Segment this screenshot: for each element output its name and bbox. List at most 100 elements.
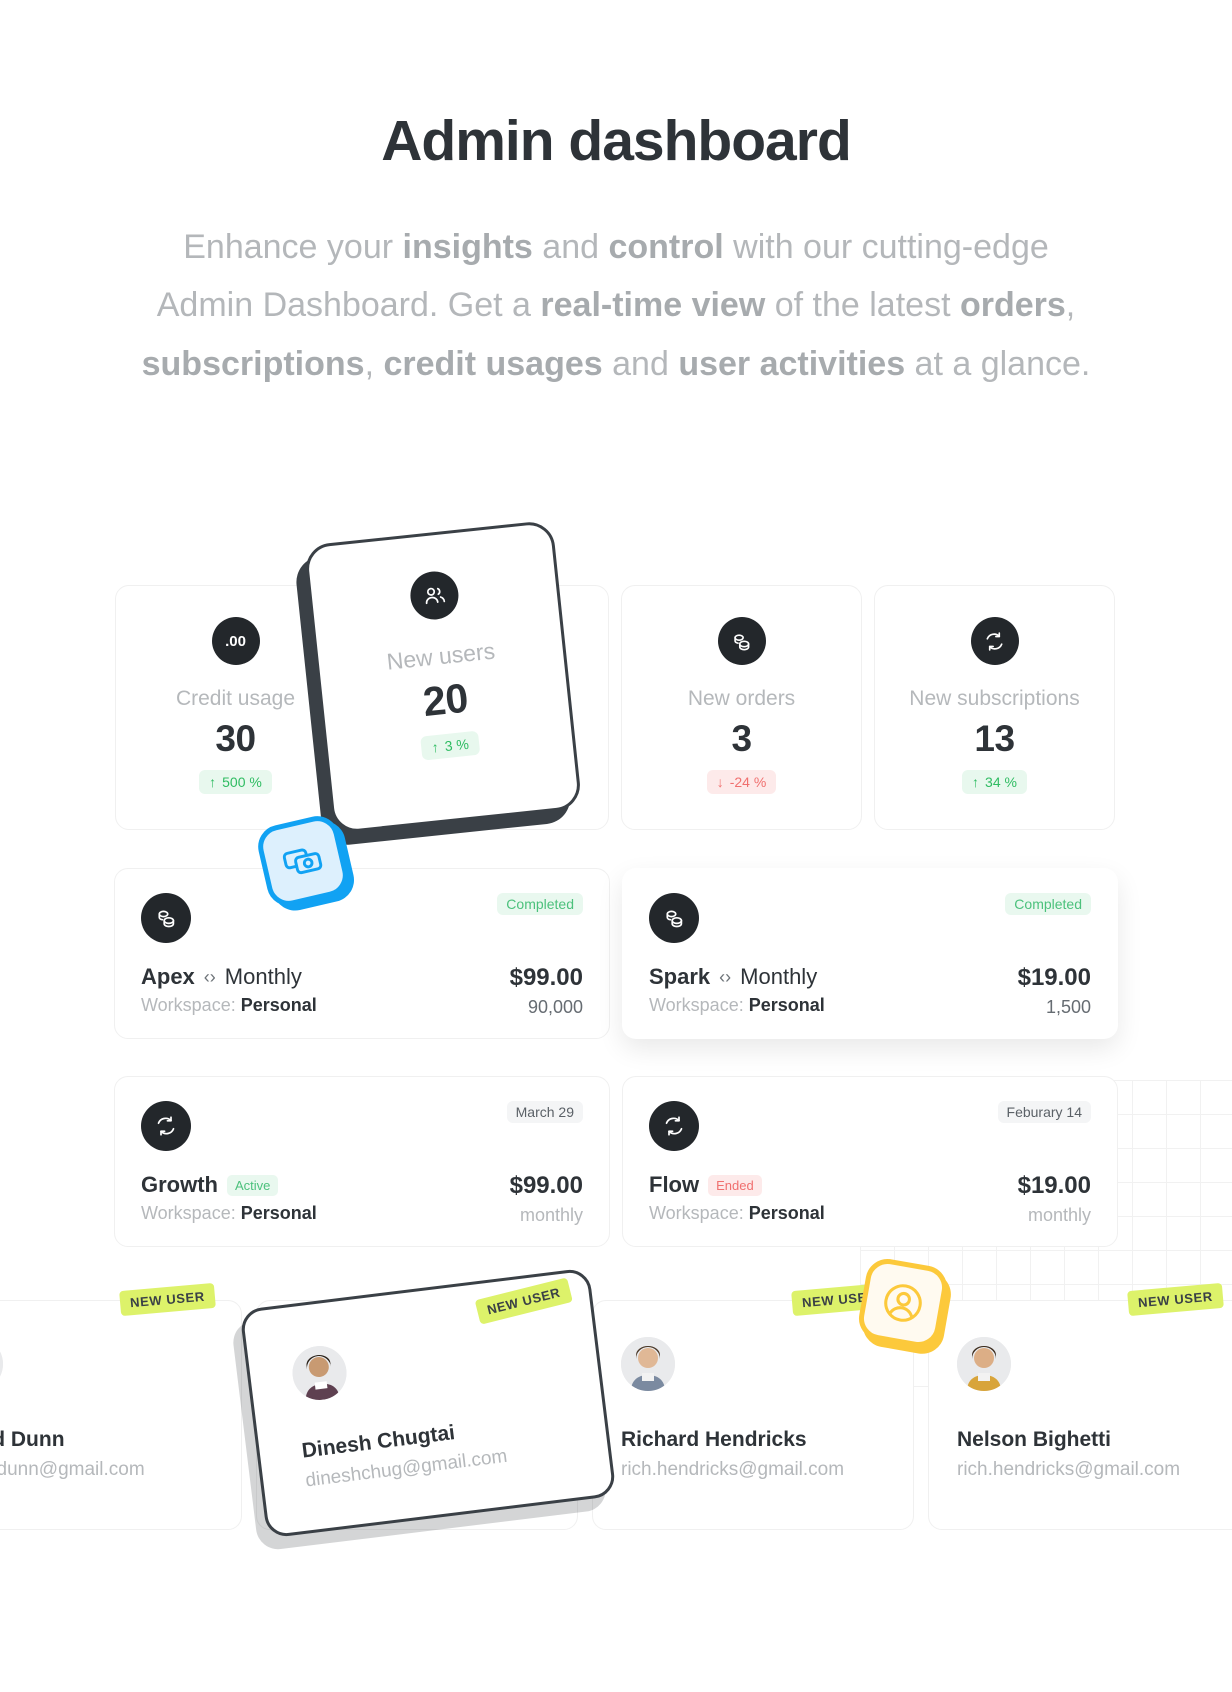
emphasis: credit usages (383, 344, 603, 383)
arrow-down-icon: ↓ (716, 774, 724, 790)
user-name: Nelson Bighetti (957, 1428, 1112, 1451)
emphasis: orders (959, 286, 1066, 325)
subscription-title: Growth Active (141, 1172, 317, 1198)
sync-icon (649, 1101, 699, 1151)
billing-cycle: monthly (1027, 1205, 1091, 1225)
workspace-line: Workspace: Personal (649, 1203, 825, 1224)
renewal-date: Feburary 14 (997, 1101, 1091, 1123)
new-user-badge: NEW USER (474, 1277, 573, 1325)
emphasis: user activities (678, 344, 906, 383)
new-user-badge: NEW USER (119, 1282, 216, 1317)
decimal-zero-icon: .00 (211, 617, 260, 665)
arrow-up-icon: ↑ (972, 774, 980, 790)
users-icon (408, 569, 461, 622)
sync-icon (141, 1101, 191, 1151)
workspace-label: Workspace: (141, 1203, 236, 1223)
user-email: rich.hendricks@gmail.com (621, 1459, 845, 1480)
stat-delta-value: 500 % (222, 774, 262, 790)
stat-label: New orders (687, 687, 796, 710)
coins-icon (649, 893, 699, 943)
state-badge: Active (227, 1174, 279, 1196)
workspace-line: Workspace: Personal (141, 1203, 317, 1224)
order-price: $19.00 (1017, 964, 1091, 991)
workspace-line: Workspace: Personal (141, 995, 317, 1016)
user-email: rich.hendricks@gmail.com (957, 1459, 1181, 1480)
stat-value: 20 (420, 674, 470, 726)
stat-label: New subscriptions (909, 687, 1080, 710)
avatar (289, 1342, 350, 1404)
plan-name: Flow (649, 1172, 700, 1197)
status-badge: Completed (497, 893, 583, 915)
subscription-card[interactable]: March 29 Growth Active Workspace: Personal $… (114, 1076, 610, 1247)
separator-icon: ‹› (719, 966, 732, 987)
order-card[interactable]: Completed Apex ‹› Monthly Workspace: Persona… (114, 868, 610, 1039)
user-name: Jared Dunn (0, 1428, 65, 1451)
renewal-date: March 29 (506, 1101, 583, 1123)
stat-value: 13 (974, 718, 1015, 759)
order-credits: 1,500 (1045, 997, 1091, 1017)
workspace-value: Personal (240, 995, 317, 1015)
stat-card-new-orders[interactable]: New orders 3 ↓ -24 % (621, 585, 862, 830)
subscription-card[interactable]: Feburary 14 Flow Ended Workspace: Personal $… (622, 1076, 1118, 1247)
subscription-price: $19.00 (1017, 1172, 1091, 1199)
stat-value: 3 (731, 718, 752, 759)
user-card[interactable]: NEW USER Jared Dunn jared.dunn@gmail.com (0, 1282, 242, 1530)
plan-name: Growth (141, 1172, 218, 1197)
subscription-title: Flow Ended (649, 1172, 825, 1198)
user-email: jared.dunn@gmail.com (0, 1459, 145, 1480)
subscription-price: $99.00 (509, 1172, 583, 1199)
coins-icon (141, 893, 191, 943)
hero-subtitle: Enhance your insights and control with o… (141, 227, 1091, 383)
state-badge: Ended (708, 1174, 762, 1196)
order-credits: 90,000 (527, 997, 583, 1017)
stat-card-new-subscriptions[interactable]: New subscriptions 13 ↑ 34 % (874, 585, 1115, 830)
workspace-label: Workspace: (649, 1203, 744, 1223)
stat-delta-badge: ↑ 3 % (420, 730, 480, 761)
workspace-label: Workspace: (141, 995, 236, 1015)
billing-cycle: monthly (519, 1205, 583, 1225)
stat-card-new-users-highlight[interactable]: New users 20 ↑ 3 % (303, 519, 583, 835)
stat-delta-badge: ↓ -24 % (706, 770, 777, 794)
order-title: Apex ‹› Monthly (141, 964, 317, 990)
workspace-value: Personal (748, 995, 825, 1015)
emphasis: real-time view (540, 286, 766, 325)
hero-section: Admin dashboard Enhance your insights an… (0, 0, 1232, 393)
arrow-up-icon: ↑ (430, 738, 440, 756)
order-title: Spark ‹› Monthly (649, 964, 825, 990)
sync-icon (970, 617, 1019, 665)
stat-delta-badge: ↑ 500 % (199, 770, 272, 794)
stats-row: .00Credit usage30↑500 %New users20↑3 %Ne… (115, 585, 1115, 830)
order-card[interactable]: Completed Spark ‹› Monthly Workspace: Person… (622, 868, 1118, 1039)
stat-label: New users (385, 637, 497, 675)
user-card[interactable]: NEW USER Nelson Bighetti rich.hendricks@gm… (928, 1282, 1232, 1530)
stat-delta-value: -24 % (729, 774, 767, 790)
user-card-highlight[interactable]: NEW USER Dinesh Chugtai dineshchug@gmail… (239, 1267, 617, 1539)
stat-value: 30 (215, 718, 256, 759)
product-name: Spark (649, 964, 711, 989)
users-row: NEW USERJared Dunnjared.dunn@gmail.comNE… (0, 1282, 1232, 1530)
workspace-label: Workspace: (649, 995, 744, 1015)
order-price: $99.00 (509, 964, 583, 991)
workspace-value: Personal (748, 1203, 825, 1223)
emphasis: subscriptions (141, 344, 365, 383)
orders-row: Completed Apex ‹› Monthly Workspace: Persona… (114, 868, 1118, 1039)
user-name: Richard Hendricks (621, 1428, 807, 1451)
coins-icon (717, 617, 766, 665)
stat-delta-value: 3 % (443, 735, 470, 755)
stat-delta-value: 34 % (985, 774, 1017, 790)
status-badge: Completed (1005, 893, 1091, 915)
product-name: Apex (141, 964, 195, 989)
stat-label: Credit usage (175, 687, 296, 710)
avatar (957, 1337, 1011, 1391)
workspace-value: Personal (240, 1203, 317, 1223)
arrow-up-icon: ↑ (209, 774, 217, 790)
workspace-line: Workspace: Personal (649, 995, 825, 1016)
page-title: Admin dashboard (381, 109, 852, 173)
stat-icon-text: .00 (225, 632, 246, 650)
emphasis: control (608, 227, 724, 266)
avatar (621, 1337, 675, 1391)
emphasis: insights (402, 227, 533, 266)
avatar (0, 1337, 3, 1391)
subscriptions-row: March 29 Growth Active Workspace: Personal $… (114, 1076, 1118, 1247)
admin-dashboard-hero-page: Admin dashboard Enhance your insights an… (0, 0, 1232, 1692)
